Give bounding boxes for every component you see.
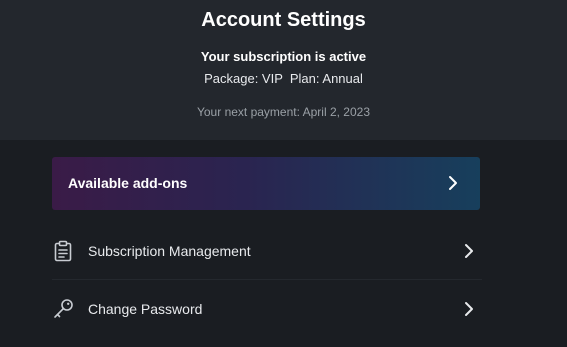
change-password-label: Change Password xyxy=(88,301,203,317)
chevron-right-icon xyxy=(449,176,457,190)
subscription-plan: Package: VIP Plan: Annual xyxy=(204,71,363,86)
account-header: Account Settings Your subscription is ac… xyxy=(0,0,567,140)
subscription-management-item[interactable]: Subscription Management xyxy=(52,223,482,280)
key-icon xyxy=(54,299,73,318)
subscription-management-label: Subscription Management xyxy=(88,243,251,259)
available-addons-button[interactable]: Available add-ons xyxy=(52,157,480,210)
clipboard-icon xyxy=(54,240,72,262)
page-title: Account Settings xyxy=(201,9,366,31)
chevron-right-icon xyxy=(465,302,473,316)
chevron-right-icon xyxy=(465,244,473,258)
next-payment-date: Your next payment: April 2, 2023 xyxy=(196,105,370,119)
available-addons-label: Available add-ons xyxy=(68,175,188,191)
change-password-item[interactable]: Change Password xyxy=(52,281,482,337)
subscription-status: Your subscription is active xyxy=(200,49,367,64)
